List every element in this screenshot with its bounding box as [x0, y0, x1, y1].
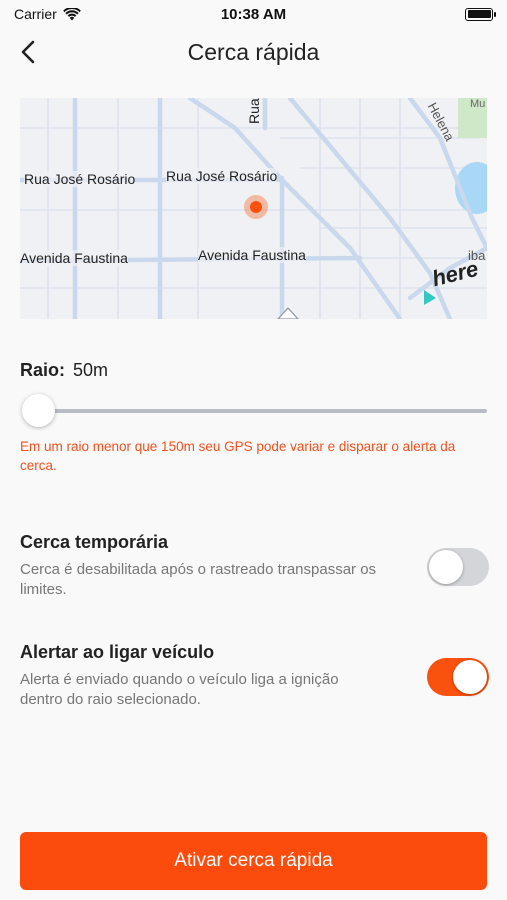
- map-label-poi: Mu: [470, 98, 486, 110]
- setting-title-temporary-fence: Cerca temporária: [20, 532, 169, 552]
- temporary-fence-toggle[interactable]: [427, 548, 489, 586]
- map-label-street: Rua José Rosário: [166, 168, 278, 184]
- map-roads: [20, 98, 487, 319]
- page-title: Cerca rápida: [187, 38, 320, 65]
- back-button[interactable]: [10, 34, 46, 70]
- slider-track: [38, 409, 487, 413]
- radius-value: 50m: [73, 360, 109, 380]
- map-label-street: Avenida Faustina: [198, 247, 306, 263]
- toggle-knob: [429, 550, 463, 584]
- status-left: Carrier: [14, 6, 81, 22]
- map-label-street: Rua José Rosário: [24, 171, 136, 187]
- map-label-street: Rua: [246, 98, 262, 124]
- toggle-knob: [453, 660, 487, 694]
- setting-desc-temporary-fence: Cerca é desabilitada após o rastreado tr…: [20, 561, 377, 598]
- radius-row: Raio: 50m: [20, 360, 108, 381]
- radius-warning: Em um raio menor que 150m seu GPS pode v…: [20, 439, 456, 473]
- setting-title-vehicle-alert: Alertar ao ligar veículo: [20, 642, 215, 662]
- radius-label: Raio:: [20, 360, 65, 380]
- wifi-icon: [62, 7, 81, 20]
- radius-slider[interactable]: [20, 394, 487, 428]
- status-bar: Carrier 10:38 AM: [0, 0, 507, 28]
- setting-desc-vehicle-alert: Alerta é enviado quando o veículo liga a…: [20, 671, 339, 708]
- nav-bar: Cerca rápida: [0, 28, 507, 76]
- carrier-label: Carrier: [14, 6, 57, 22]
- chevron-left-icon: [21, 40, 35, 64]
- battery-icon: [465, 7, 496, 21]
- activate-fence-button[interactable]: Ativar cerca rápida: [20, 832, 487, 890]
- slider-thumb[interactable]: [22, 394, 55, 427]
- map-view[interactable]: Rua José Rosário Rua José Rosário Avenid…: [20, 98, 487, 319]
- map-label-street: Avenida Faustina: [20, 250, 128, 266]
- vehicle-alert-toggle[interactable]: [427, 658, 489, 696]
